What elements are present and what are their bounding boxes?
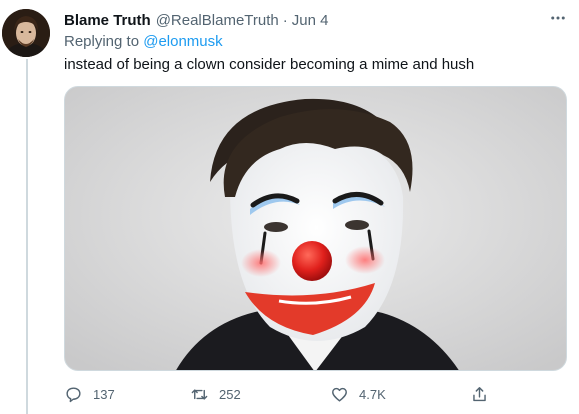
- display-name[interactable]: Blame Truth: [64, 12, 151, 29]
- like-count: 4.7K: [359, 386, 386, 402]
- like-button[interactable]: 4.7K: [330, 382, 386, 406]
- tweet-text: instead of being a clown consider becomi…: [64, 56, 475, 73]
- more-options-button[interactable]: [549, 9, 567, 27]
- clown-face-image: [65, 87, 566, 370]
- separator-dot: ·: [282, 11, 288, 29]
- avatar-image: [2, 9, 50, 57]
- retweet-count: 252: [219, 386, 241, 402]
- replying-to-label: Replying to: [64, 33, 140, 50]
- retweet-icon: [191, 388, 208, 400]
- tweet-date[interactable]: Jun 4: [292, 12, 329, 29]
- avatar[interactable]: [2, 9, 50, 57]
- user-handle[interactable]: @RealBlameTruth: [156, 12, 279, 29]
- tweet[interactable]: Blame Truth @RealBlameTruth · Jun 4 Repl…: [0, 0, 579, 414]
- tweet-actions: 137 252 4.7K: [64, 382, 494, 406]
- reply-count: 137: [93, 386, 115, 402]
- more-horizontal-icon: [551, 16, 565, 20]
- retweet-button[interactable]: 252: [190, 382, 241, 406]
- thread-line: [26, 59, 28, 414]
- share-icon: [473, 386, 486, 401]
- reply-to-handle-link[interactable]: @elonmusk: [143, 33, 222, 50]
- comment-icon: [66, 386, 81, 402]
- reply-button[interactable]: 137: [64, 382, 115, 406]
- tweet-header: Blame Truth @RealBlameTruth · Jun 4: [64, 10, 567, 30]
- replying-to: Replying to @elonmusk: [64, 33, 223, 50]
- share-button[interactable]: [470, 382, 489, 406]
- tweet-image[interactable]: [64, 86, 567, 371]
- heart-icon: [332, 387, 347, 402]
